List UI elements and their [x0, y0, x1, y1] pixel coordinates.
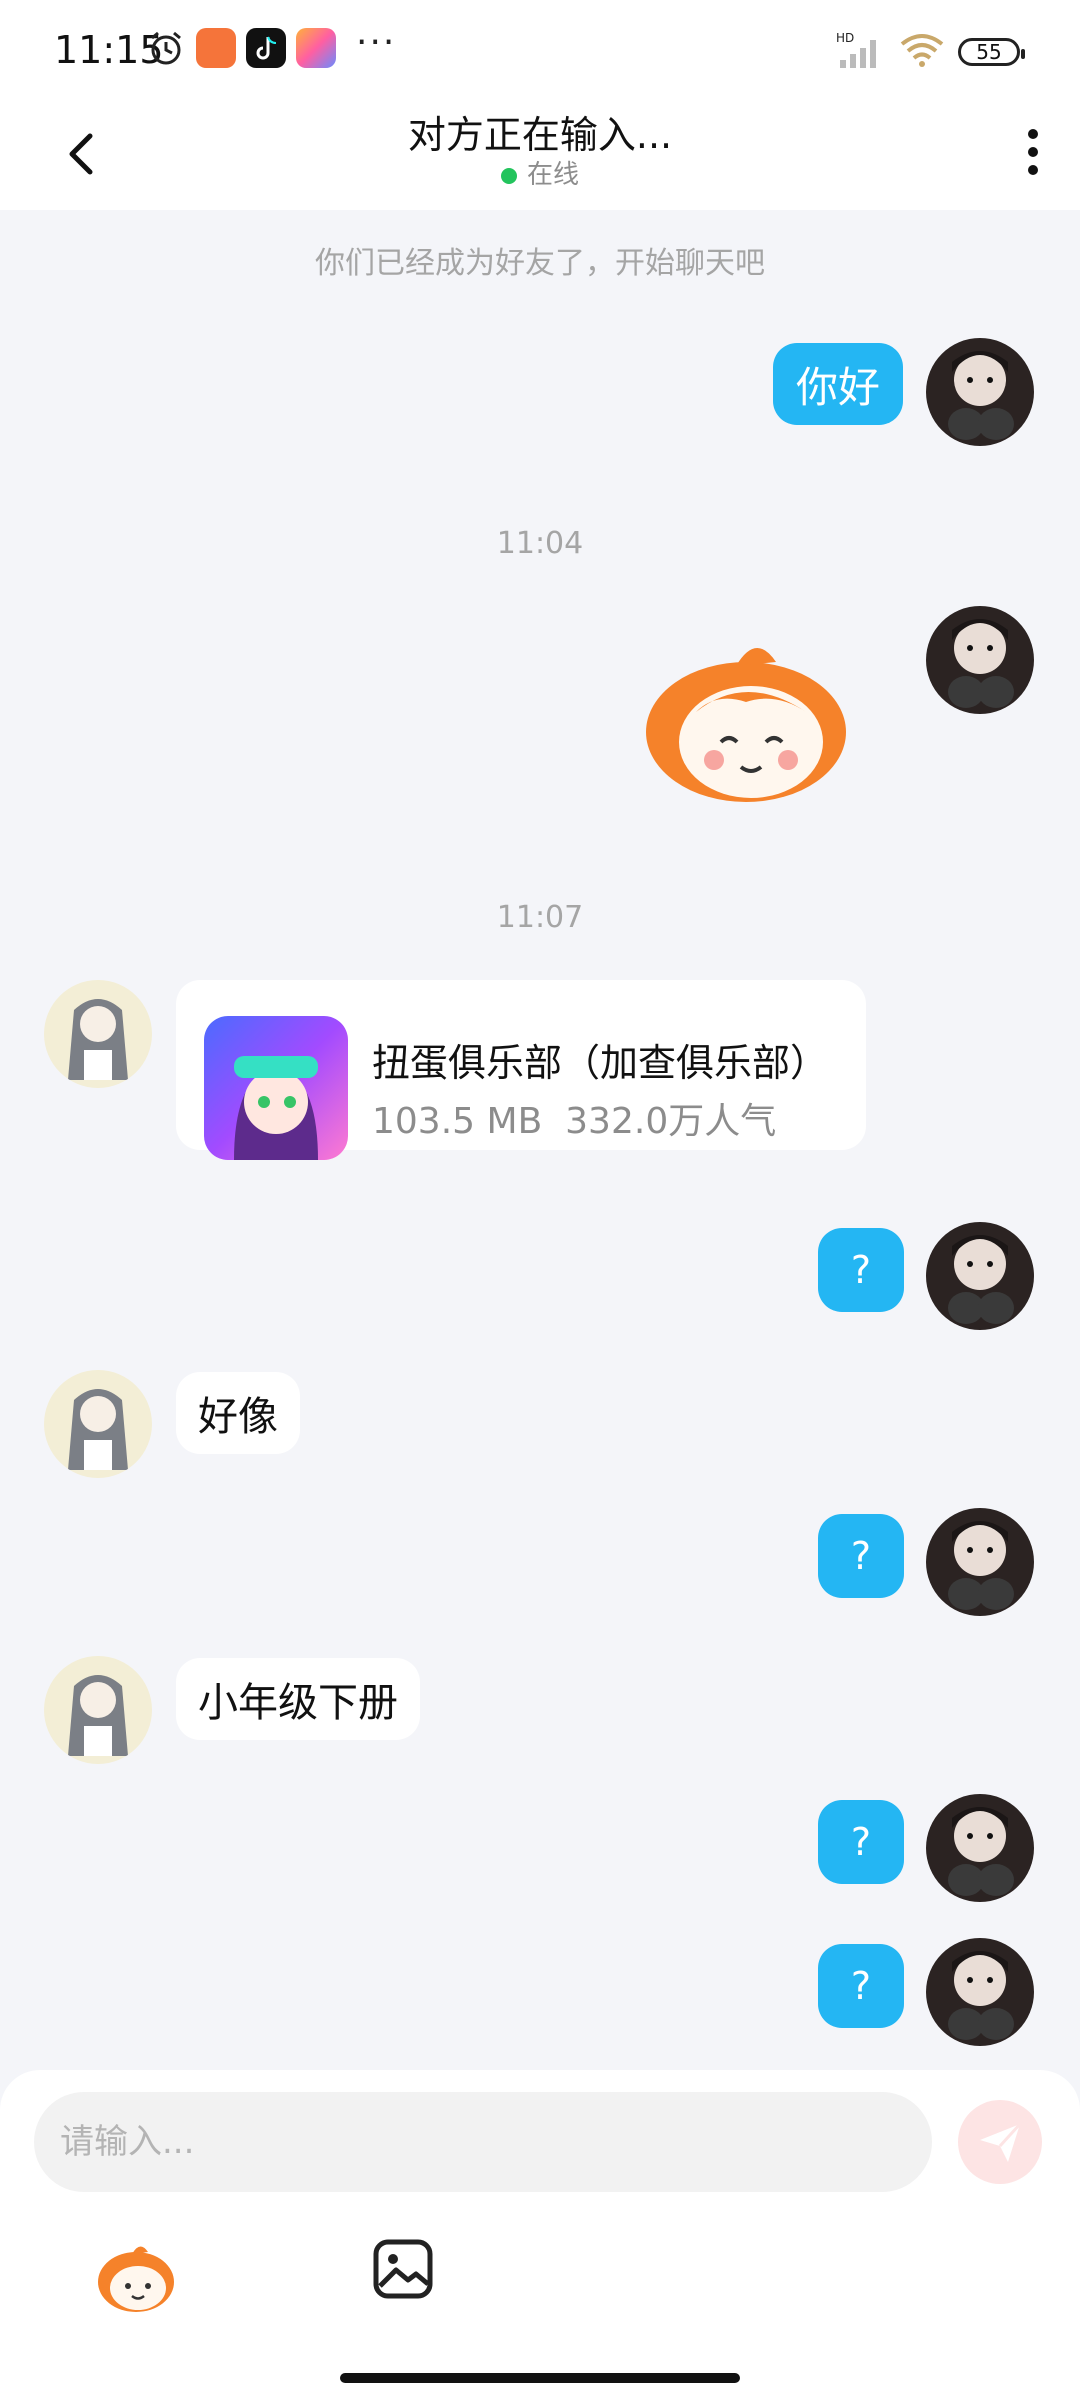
more-vertical-icon [1028, 129, 1038, 175]
tiktok-icon [246, 28, 286, 68]
game-app-icon [296, 28, 336, 68]
wifi-icon [900, 34, 944, 67]
image-picker-button[interactable] [372, 2238, 434, 2300]
my-avatar[interactable] [926, 1222, 1034, 1330]
my-avatar[interactable] [926, 338, 1034, 446]
message-bubble-sent[interactable]: ? [818, 1944, 904, 2028]
my-avatar[interactable] [926, 1508, 1034, 1616]
friend-added-notice: 你们已经成为好友了，开始聊天吧 [315, 246, 765, 281]
contact-avatar[interactable] [44, 980, 152, 1088]
app-meta: 103.5 MB 332.0万人气 [372, 1092, 776, 1144]
message-bubble-received[interactable]: 小年级下册 [176, 1658, 420, 1740]
status-bar: 11:15 ··· HD 55 [0, 0, 1080, 100]
hd-signal-icon: HD [836, 31, 876, 68]
send-plane-icon [980, 2122, 1022, 2162]
home-indicator[interactable] [340, 2373, 740, 2383]
chat-header: 对方正在输入... 在线 [0, 100, 1080, 210]
battery-indicator: 55 [958, 38, 1025, 66]
app-share-card[interactable]: 扭蛋俱乐部（加查俱乐部） 103.5 MB 332.0万人气 [176, 980, 866, 1160]
online-status-label: 在线 [526, 160, 579, 190]
message-bubble-sent[interactable]: ? [818, 1228, 904, 1312]
orange-mascot-sticker[interactable] [636, 632, 856, 812]
send-button[interactable] [958, 2100, 1042, 2184]
online-status: 在线 [0, 154, 1080, 191]
alarm-icon [151, 31, 181, 65]
shop-app-icon [196, 28, 236, 68]
chat-message-list[interactable]: 你们已经成为好友了，开始聊天吧 你好 11:04 11:07 扭蛋俱乐部（加查俱… [0, 210, 1080, 2070]
status-more: ··· [356, 22, 397, 63]
chat-title: 对方正在输入... [407, 113, 673, 157]
timestamp: 11:04 [496, 526, 584, 561]
svg-text:HD: HD [836, 31, 854, 45]
my-avatar[interactable] [926, 1938, 1034, 2046]
timestamp: 11:07 [496, 900, 584, 935]
message-bubble-received[interactable]: 好像 [176, 1372, 300, 1454]
contact-avatar[interactable] [44, 1656, 152, 1764]
my-avatar[interactable] [926, 1794, 1034, 1902]
contact-avatar[interactable] [44, 1370, 152, 1478]
app-popularity: 332.0万人气 [565, 1101, 777, 1142]
mascot-sticker-icon [98, 2246, 174, 2312]
more-options-button[interactable] [1008, 122, 1058, 182]
image-icon [373, 2239, 433, 2299]
message-bubble-sent[interactable]: 你好 [773, 343, 903, 425]
online-dot-icon [500, 167, 517, 184]
message-input[interactable] [34, 2092, 932, 2192]
my-avatar[interactable] [926, 606, 1034, 714]
sticker-button[interactable] [92, 2234, 180, 2322]
message-bubble-sent[interactable]: ? [818, 1800, 904, 1884]
app-name: 扭蛋俱乐部（加查俱乐部） [372, 1041, 829, 1085]
app-size: 103.5 MB [372, 1101, 543, 1142]
message-bubble-sent[interactable]: ? [818, 1514, 904, 1598]
message-composer [0, 2070, 1080, 2400]
app-icon [204, 1016, 348, 1160]
